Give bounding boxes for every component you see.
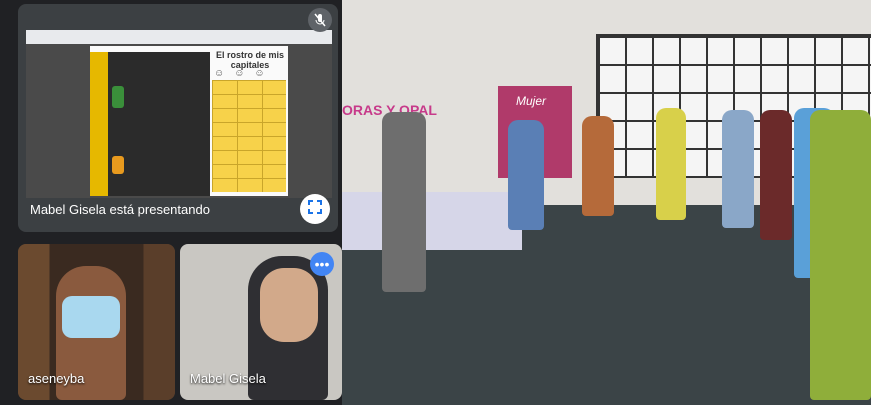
person (722, 110, 754, 228)
face-mask (62, 296, 120, 338)
slide-grid (212, 80, 286, 192)
fullscreen-icon (308, 199, 322, 219)
slide-left-panel (90, 52, 210, 196)
presentation-slide: El rostro de mis capitales ☺☺☺ (90, 46, 288, 196)
shared-screen: El rostro de mis capitales ☺☺☺ (26, 30, 332, 198)
emoji-faces: ☺☺☺ (214, 68, 275, 79)
person (582, 116, 614, 216)
more-options-icon: ••• (314, 256, 330, 272)
plant-icon (112, 86, 124, 108)
slide-color-strip (90, 52, 108, 196)
fullscreen-button[interactable] (300, 194, 330, 224)
mic-off-icon (308, 8, 332, 32)
person (760, 110, 792, 240)
banner-logo: Mujer (516, 94, 547, 108)
display-table (342, 192, 522, 250)
more-options-button[interactable]: ••• (310, 252, 334, 276)
jar-icon (112, 156, 124, 174)
slide-title: El rostro de mis capitales (215, 50, 285, 70)
participant-name: aseneyba (28, 371, 85, 386)
person (656, 108, 686, 220)
presenter-caption: Mabel Gisela está presentando (30, 202, 210, 217)
person (810, 110, 871, 400)
presentation-tile[interactable]: El rostro de mis capitales ☺☺☺ Mabel Gis… (18, 4, 338, 232)
participant-tile[interactable]: ••• Mabel Gisela (180, 244, 342, 400)
person (382, 112, 426, 292)
person (508, 120, 544, 230)
participant-face (260, 268, 318, 342)
participant-name: Mabel Gisela (190, 371, 266, 386)
pdf-viewer-toolbar (26, 30, 332, 44)
room-photo: ORAS Y OPAL Mujer (342, 0, 871, 405)
participant-tile[interactable]: aseneyba (18, 244, 175, 400)
